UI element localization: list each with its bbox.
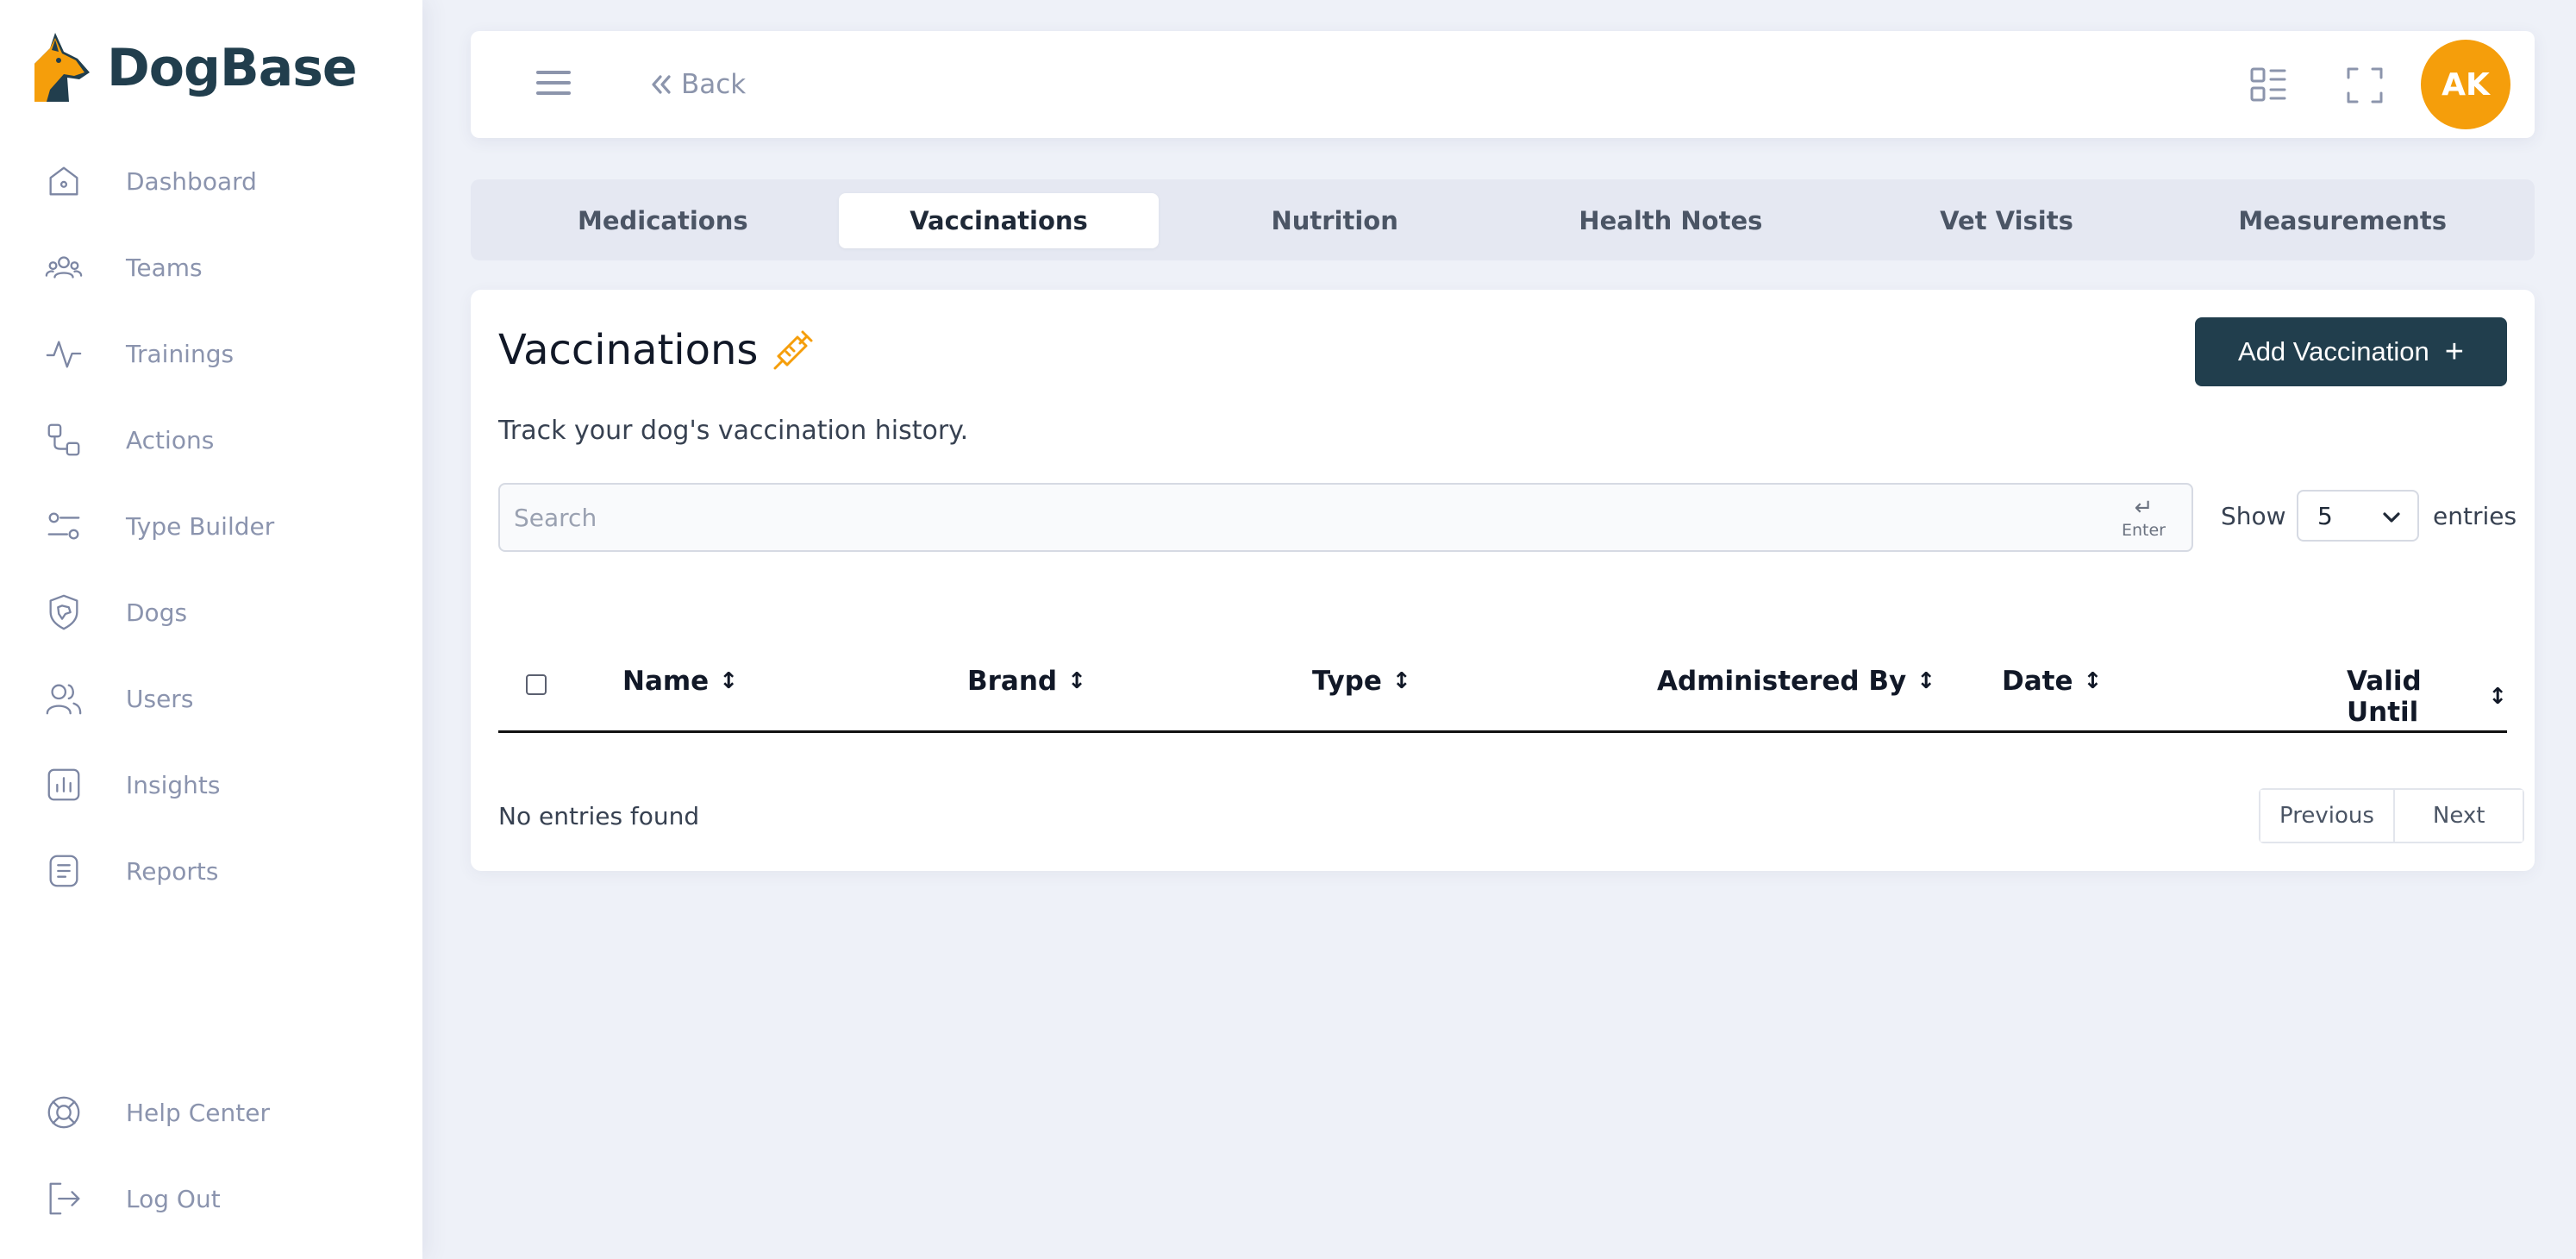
lifebuoy-icon [43,1092,84,1133]
sidebar-item-label: Dashboard [126,166,257,196]
sidebar-item-label: Log Out [126,1184,221,1213]
column-label: Name [622,666,710,697]
chevron-down-icon [2383,512,2400,523]
card-header: Vaccinations [498,326,815,374]
sort-icon: ↕ [1391,668,1411,694]
tab-health-notes[interactable]: Health Notes [1510,193,1831,248]
column-header-administered-by[interactable]: Administered By ↕ [1657,666,1935,697]
page-title: Vaccinations [498,326,759,374]
actions-icon [43,419,84,460]
sort-icon: ↕ [1067,668,1086,694]
app-name: DogBase [107,38,358,98]
layout-grid-icon[interactable] [2247,64,2290,107]
plus-icon: + [2444,334,2464,370]
column-header-valid-until[interactable]: Valid Until ↕ [2347,666,2507,728]
sort-icon: ↕ [2083,668,2103,694]
app-logo[interactable]: DogBase [29,29,358,107]
column-label: Date [2002,666,2073,697]
search-box: ↵ Enter [498,483,2193,552]
back-button[interactable]: Back [647,62,746,107]
tab-bar: Medications Vaccinations Nutrition Healt… [471,179,2535,260]
chart-icon [43,764,84,805]
add-vaccination-button[interactable]: Add Vaccination + [2195,317,2507,386]
search-input[interactable] [514,497,2066,538]
column-header-date[interactable]: Date ↕ [2002,666,2102,697]
fullscreen-icon[interactable] [2343,64,2386,107]
tab-vet-visits[interactable]: Vet Visits [1847,193,2167,248]
sidebar-item-log-out[interactable]: Log Out [0,1156,422,1242]
topbar: Back AK [471,31,2535,138]
page-subtitle: Track your dog's vaccination history. [498,416,969,446]
select-all-checkbox[interactable] [526,674,547,695]
sidebar-item-label: Insights [126,770,221,799]
dog-shield-icon [43,592,84,633]
enter-hint: ↵ Enter [2122,497,2166,539]
add-vaccination-label: Add Vaccination [2238,336,2429,366]
double-chevron-left-icon [652,75,671,94]
dog-logo-icon [34,33,90,102]
sidebar-item-insights[interactable]: Insights [0,742,422,828]
tab-measurements[interactable]: Measurements [2182,193,2503,248]
tab-nutrition[interactable]: Nutrition [1174,193,1495,248]
sidebar-item-label: Dogs [126,598,188,627]
menu-icon[interactable] [533,64,574,105]
sidebar-item-users[interactable]: Users [0,655,422,742]
sidebar: DogBase Dashboard Teams Trainings Action… [0,0,422,1259]
page-size-value: 5 [2317,501,2333,530]
avatar[interactable]: AK [2421,40,2510,129]
sidebar-item-type-builder[interactable]: Type Builder [0,483,422,569]
tab-medications[interactable]: Medications [503,193,823,248]
syringe-icon [773,330,813,370]
sidebar-item-actions[interactable]: Actions [0,397,422,483]
report-icon [43,850,84,892]
sort-icon: ↕ [1916,668,1936,694]
sidebar-item-label: Reports [126,856,219,886]
sidebar-item-reports[interactable]: Reports [0,828,422,914]
sidebar-item-label: Users [126,684,194,713]
sort-icon: ↕ [719,668,738,694]
sliders-icon [43,505,84,547]
sidebar-item-label: Trainings [126,339,234,368]
users-icon [43,678,84,719]
sidebar-item-trainings[interactable]: Trainings [0,310,422,397]
sidebar-item-label: Teams [126,253,203,282]
sidebar-item-dogs[interactable]: Dogs [0,569,422,655]
column-label: Type [1312,666,1382,697]
show-label: Show [2221,502,2286,530]
team-icon [43,247,84,288]
pagination: Previous Next [2259,788,2525,843]
sidebar-nav: Dashboard Teams Trainings Actions Type B… [0,138,422,914]
next-button[interactable]: Next [2392,790,2523,842]
empty-state: No entries found [498,802,700,830]
sidebar-item-label: Type Builder [126,511,275,541]
table-header: Name ↕ Brand ↕ Type ↕ Administered By ↕ Date… [498,631,2507,733]
column-header-brand[interactable]: Brand ↕ [967,666,1086,697]
previous-button[interactable]: Previous [2260,790,2393,842]
enter-icon: ↵ [2134,495,2154,521]
sidebar-item-help-center[interactable]: Help Center [0,1069,422,1156]
column-header-type[interactable]: Type ↕ [1312,666,1411,697]
tab-vaccinations[interactable]: Vaccinations [838,193,1160,248]
sidebar-bottom-nav: Help Center Log Out [0,1069,422,1242]
back-label: Back [681,69,747,100]
column-label: Administered By [1657,666,1907,697]
sidebar-item-label: Actions [126,425,215,454]
vaccinations-card: Vaccinations Add Vaccination + Track you… [471,290,2535,871]
enter-hint-label: Enter [2122,521,2166,540]
sidebar-item-dashboard[interactable]: Dashboard [0,138,422,224]
activity-icon [43,333,84,374]
entries-label: entries [2433,502,2517,530]
column-label: Brand [967,666,1058,697]
sidebar-item-label: Help Center [126,1098,270,1127]
column-header-name[interactable]: Name ↕ [622,666,738,697]
home-icon [43,160,84,202]
sort-icon: ↕ [2488,684,2507,710]
page-size-select[interactable]: 5 [2297,490,2419,542]
column-label: Valid Until [2347,666,2422,728]
sidebar-item-teams[interactable]: Teams [0,224,422,310]
logout-icon [43,1178,84,1219]
